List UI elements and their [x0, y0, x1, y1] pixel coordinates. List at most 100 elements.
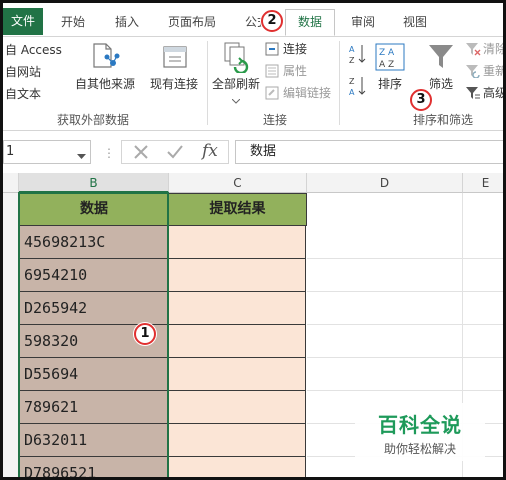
- formula-input[interactable]: 数据: [235, 140, 503, 164]
- result-cell[interactable]: [169, 424, 306, 457]
- filter-button[interactable]: 筛选: [423, 75, 459, 92]
- ribbon-data: 自 Access 自网站 自文本 自其他来源 现有连接 获取外部数据 全部刷新 …: [3, 37, 506, 131]
- watermark: 百科全说 助你轻松解决: [355, 403, 485, 461]
- drag-handle-icon[interactable]: ⋮: [103, 146, 115, 160]
- clear-filter-label: 清除: [483, 42, 506, 56]
- enter-icon[interactable]: [166, 143, 184, 164]
- result-cell[interactable]: [169, 358, 306, 391]
- name-box[interactable]: 1: [3, 140, 91, 164]
- advanced-filter-label: 高级: [483, 86, 506, 100]
- header-cell-result[interactable]: 提取结果: [168, 193, 307, 226]
- properties-button[interactable]: 属性: [283, 62, 307, 80]
- other-sources-icon: [91, 43, 121, 74]
- existing-connections-icon: [161, 43, 191, 74]
- properties-label: 属性: [283, 64, 308, 78]
- tab-page-layout[interactable]: 页面布局: [161, 11, 223, 35]
- reapply-button[interactable]: 重新: [483, 62, 506, 80]
- filter-icon: [427, 43, 455, 74]
- edit-links-button[interactable]: 编辑链接: [283, 84, 331, 102]
- existing-connections-button[interactable]: 现有连接: [145, 75, 203, 92]
- chevron-down-icon: [77, 149, 86, 163]
- properties-icon: [265, 64, 279, 81]
- sort-descending-icon: ZA: [349, 75, 367, 100]
- connections-button[interactable]: 连接: [283, 40, 307, 58]
- svg-text:A: A: [349, 88, 355, 97]
- reapply-icon: [465, 64, 481, 81]
- connections-label: 连接: [283, 42, 308, 56]
- connections-icon: [265, 42, 279, 59]
- reapply-label: 重新: [483, 64, 506, 78]
- existing-connections-label: 现有连接: [149, 77, 198, 91]
- column-header-d[interactable]: D: [307, 173, 463, 193]
- sort-icon: Z A A Z: [375, 43, 405, 74]
- result-cell[interactable]: [169, 391, 306, 424]
- tab-file[interactable]: 文件: [3, 8, 43, 35]
- clear-filter-icon: [465, 42, 481, 59]
- from-access-label: 自 Access: [5, 43, 62, 57]
- tab-data[interactable]: 数据: [285, 9, 335, 36]
- sort-button[interactable]: 排序: [373, 75, 407, 92]
- refresh-all-icon: [221, 41, 253, 76]
- header-cell-data[interactable]: 数据: [19, 193, 169, 226]
- gridline: [307, 357, 503, 358]
- result-cell[interactable]: [169, 325, 306, 358]
- from-access-button[interactable]: 自 Access: [5, 41, 62, 59]
- chevron-down-icon: [231, 93, 241, 107]
- group-label-external: 获取外部数据: [57, 113, 130, 127]
- excel-window: 文件 开始 插入 页面布局 公式 数据 审阅 视图 2 自 Access 自网站…: [0, 0, 506, 480]
- tab-insert[interactable]: 插入: [107, 11, 147, 35]
- data-cell[interactable]: 789621: [19, 391, 168, 424]
- advanced-filter-button[interactable]: 高级: [483, 84, 506, 102]
- data-cell[interactable]: 6954210: [19, 259, 168, 292]
- insert-function-icon[interactable]: fx: [202, 141, 218, 161]
- watermark-subtitle: 助你轻松解决: [383, 442, 456, 456]
- data-cell[interactable]: D55694: [19, 358, 168, 391]
- edit-links-label: 编辑链接: [283, 86, 332, 100]
- svg-text:Z A: Z A: [379, 48, 395, 58]
- column-header-e[interactable]: E: [463, 173, 503, 193]
- svg-text:Z: Z: [349, 77, 355, 86]
- data-cell[interactable]: D7896521: [19, 457, 168, 477]
- from-web-button[interactable]: 自网站: [5, 63, 41, 81]
- gridline: [307, 390, 503, 391]
- tab-home[interactable]: 开始: [53, 11, 93, 35]
- other-sources-button[interactable]: 自其他来源: [73, 75, 137, 92]
- refresh-all-button[interactable]: 全部刷新: [209, 75, 263, 92]
- step-marker-3: 3: [410, 89, 432, 111]
- sort-label: 排序: [377, 77, 402, 91]
- refresh-all-label: 全部刷新: [211, 77, 260, 91]
- other-sources-label: 自其他来源: [74, 77, 135, 91]
- result-cell[interactable]: [169, 292, 306, 325]
- svg-text:A: A: [349, 45, 355, 54]
- formula-buttons: fx: [121, 140, 229, 164]
- ribbon-tabs: 文件 开始 插入 页面布局 公式 数据 审阅 视图: [3, 3, 503, 37]
- gridline: [307, 291, 503, 292]
- group-label-sort-filter: 排序和筛选: [413, 113, 474, 127]
- tab-view[interactable]: 视图: [395, 11, 435, 35]
- data-cell[interactable]: D265942: [19, 292, 168, 325]
- formula-bar: 1 ⋮ fx 数据: [3, 136, 503, 168]
- tab-review[interactable]: 审阅: [343, 11, 383, 35]
- select-all-corner[interactable]: [3, 173, 19, 193]
- group-label-connections: 连接: [263, 113, 288, 127]
- result-cell[interactable]: [169, 259, 306, 292]
- from-text-label: 自文本: [5, 87, 42, 101]
- step-marker-1: 1: [134, 323, 156, 345]
- step-marker-2: 2: [261, 10, 283, 32]
- ribbon-separator: [207, 41, 208, 125]
- sort-ascending-icon: AZ: [349, 43, 367, 68]
- watermark-title: 百科全说: [378, 413, 462, 437]
- name-box-value: 1: [6, 144, 15, 159]
- ribbon-separator: [339, 41, 340, 125]
- clear-filter-button[interactable]: 清除: [483, 40, 506, 58]
- data-cell[interactable]: 45698213C: [19, 226, 168, 259]
- result-cell[interactable]: [169, 226, 306, 259]
- from-web-label: 自网站: [5, 65, 42, 79]
- filter-label: 筛选: [428, 77, 453, 91]
- from-text-button[interactable]: 自文本: [5, 85, 41, 103]
- data-cell[interactable]: D632011: [19, 424, 168, 457]
- result-cell[interactable]: [169, 457, 306, 477]
- column-header-c[interactable]: C: [169, 173, 307, 193]
- column-header-b[interactable]: B: [19, 173, 169, 193]
- cancel-icon[interactable]: [132, 143, 150, 164]
